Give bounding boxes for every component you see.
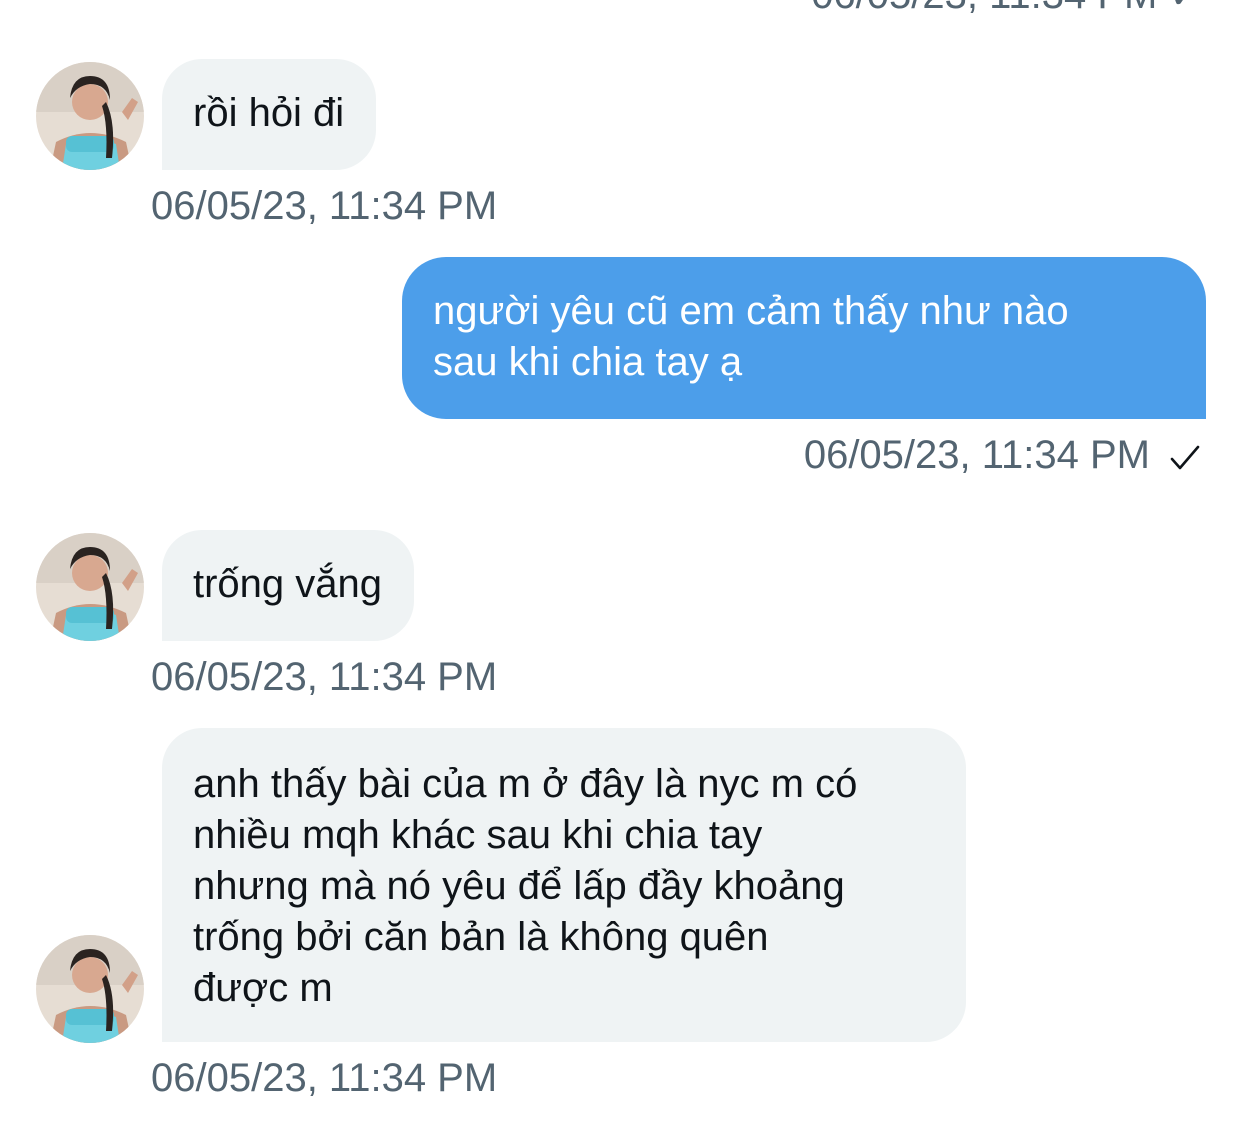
message-text: trống vắng <box>193 562 383 606</box>
avatar-image <box>36 62 144 170</box>
sender-avatar[interactable] <box>36 935 144 1043</box>
message-bubble-incoming[interactable]: anh thấy bài của m ở đây là nyc m có nhi… <box>162 728 966 1042</box>
message-bubble-outgoing[interactable]: người yêu cũ em cảm thấy như nào sau khi… <box>402 257 1206 419</box>
message-timestamp: 06/05/23, 11:34 PM <box>151 655 498 699</box>
avatar-image <box>36 935 144 1043</box>
message-timestamp: 06/05/23, 11:34 PM <box>151 184 498 228</box>
message-bubble-incoming[interactable]: rồi hỏi đi <box>162 59 377 170</box>
previous-timestamp-partial: 06/05/23, 11:34 PM ✓ <box>811 0 1202 18</box>
message-text: anh thấy bài của m ở đây là nyc m có nhi… <box>193 762 858 1010</box>
message-timestamp: 06/05/23, 11:34 PM <box>151 1056 498 1100</box>
sender-avatar[interactable] <box>36 533 144 641</box>
message-bubble-incoming[interactable]: trống vắng <box>162 530 415 641</box>
avatar-image <box>36 533 144 641</box>
message-text: rồi hỏi đi <box>193 91 345 135</box>
check-icon <box>1170 445 1200 470</box>
sender-avatar[interactable] <box>36 62 144 170</box>
message-text: người yêu cũ em cảm thấy như nào sau khi… <box>433 289 1069 384</box>
message-timestamp: 06/05/23, 11:34 PM <box>803 433 1150 477</box>
